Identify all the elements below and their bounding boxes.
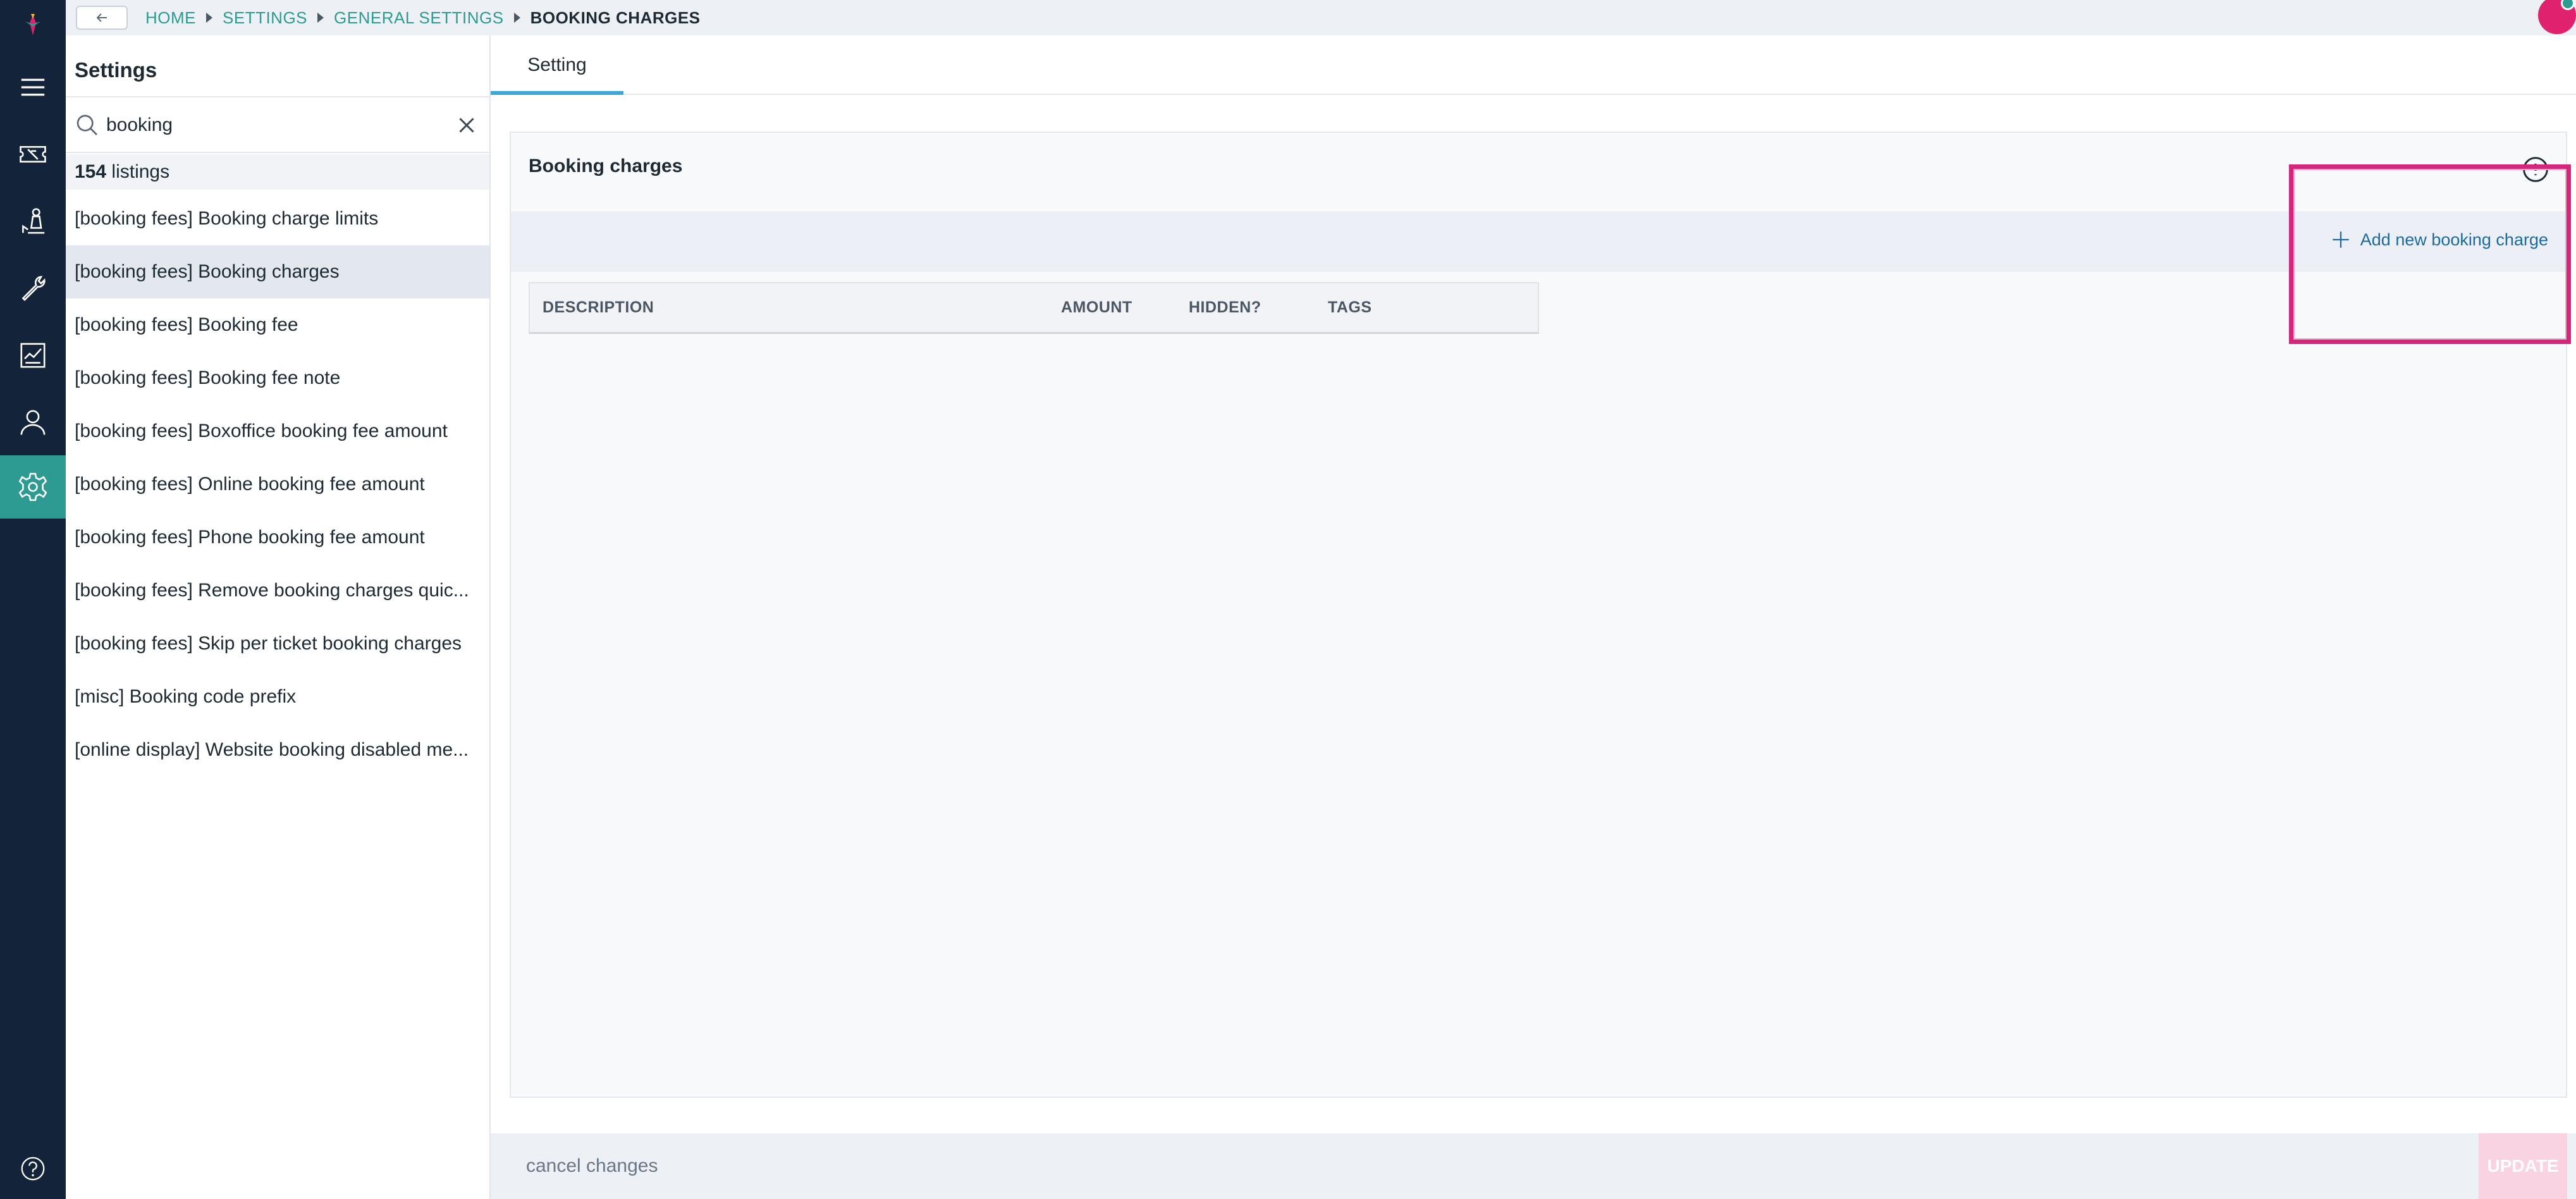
tab-bar: Setting [491, 35, 2576, 95]
cancel-changes-link[interactable]: cancel changes [526, 1133, 658, 1199]
column-header-tags[interactable]: TAGS [1328, 283, 1372, 331]
list-item[interactable]: [booking fees] Booking fee note [66, 352, 489, 405]
breadcrumb-settings[interactable]: SETTINGS [223, 8, 307, 28]
arrow-left-icon [96, 13, 107, 22]
settings-title: Settings [75, 58, 157, 82]
back-button[interactable] [76, 6, 128, 30]
rail-item-productions[interactable] [0, 190, 66, 253]
bottom-action-bar: cancel changes UPDATE [491, 1133, 2576, 1199]
list-item[interactable]: [booking fees] Remove booking charges qu… [66, 564, 489, 617]
user-icon [20, 410, 46, 435]
breadcrumb-separator-icon [317, 13, 324, 23]
booking-charges-card: Booking charges Add new booking charge D… [510, 132, 2567, 1098]
highlight-annotation [2289, 164, 2571, 344]
listing-count-number: 154 [75, 161, 107, 182]
rail-item-customers[interactable] [0, 391, 66, 454]
logo-icon [25, 14, 40, 35]
menu-button[interactable] [0, 56, 66, 119]
list-item[interactable]: [booking fees] Online booking fee amount [66, 458, 489, 511]
rail-item-tools[interactable] [0, 257, 66, 320]
search-input[interactable] [106, 111, 435, 139]
settings-panel: Settings 154 listings [booking fees] Boo… [66, 35, 491, 1199]
column-header-hidden[interactable]: HIDDEN? [1189, 283, 1261, 331]
list-item[interactable]: [misc] Booking code prefix [66, 670, 489, 723]
charges-table-header: DESCRIPTION AMOUNT HIDDEN? TAGS [529, 282, 1539, 334]
menu-icon [21, 78, 45, 96]
avatar[interactable] [2538, 0, 2576, 34]
breadcrumb: HOME SETTINGS GENERAL SETTINGS BOOKING C… [145, 8, 701, 28]
listing-count-label: listings [111, 161, 170, 182]
rail-item-reports[interactable] [0, 324, 66, 387]
top-header: HOME SETTINGS GENERAL SETTINGS BOOKING C… [66, 0, 2576, 35]
list-item-selected[interactable]: [booking fees] Booking charges [66, 245, 489, 298]
update-button[interactable]: UPDATE [2479, 1133, 2567, 1199]
app-window: HOME SETTINGS GENERAL SETTINGS BOOKING C… [0, 0, 2576, 1199]
breadcrumb-current: BOOKING CHARGES [530, 8, 701, 27]
settings-list: [booking fees] Booking charge limits [bo… [66, 192, 489, 777]
breadcrumb-separator-icon [513, 13, 520, 23]
wrench-icon [21, 276, 46, 302]
chess-piece-icon [22, 208, 45, 234]
logo-button[interactable] [0, 0, 66, 51]
list-item[interactable]: [booking fees] Booking charge limits [66, 192, 489, 245]
card-toolbar: Add new booking charge [511, 211, 2566, 272]
listing-count: 154 listings [66, 154, 489, 190]
list-item[interactable]: [online display] Website booking disable… [66, 723, 489, 777]
gear-icon [18, 472, 47, 501]
tab-setting[interactable]: Setting [491, 35, 623, 95]
help-button[interactable] [0, 1138, 66, 1199]
list-item[interactable]: [booking fees] Boxoffice booking fee amo… [66, 405, 489, 458]
nav-rail [0, 0, 66, 1199]
close-icon[interactable] [455, 114, 478, 137]
search-box [66, 96, 489, 153]
breadcrumb-home[interactable]: HOME [145, 8, 196, 28]
list-item[interactable]: [booking fees] Skip per ticket booking c… [66, 617, 489, 670]
notification-dot [2561, 0, 2575, 10]
report-icon [20, 343, 46, 368]
rail-item-tickets[interactable] [0, 123, 66, 186]
search-icon [77, 114, 97, 135]
breadcrumb-general-settings[interactable]: GENERAL SETTINGS [334, 8, 504, 28]
list-item[interactable]: [booking fees] Booking fee [66, 298, 489, 352]
rail-item-settings[interactable] [0, 455, 66, 519]
main-content: Setting Booking charges Add new booking … [491, 35, 2576, 1199]
ticket-icon [20, 146, 46, 163]
card-title: Booking charges [529, 156, 683, 176]
breadcrumb-separator-icon [206, 13, 212, 23]
column-header-description[interactable]: DESCRIPTION [543, 283, 654, 331]
list-item[interactable]: [booking fees] Phone booking fee amount [66, 511, 489, 564]
help-icon [21, 1157, 45, 1181]
column-header-amount[interactable]: AMOUNT [1061, 283, 1132, 331]
